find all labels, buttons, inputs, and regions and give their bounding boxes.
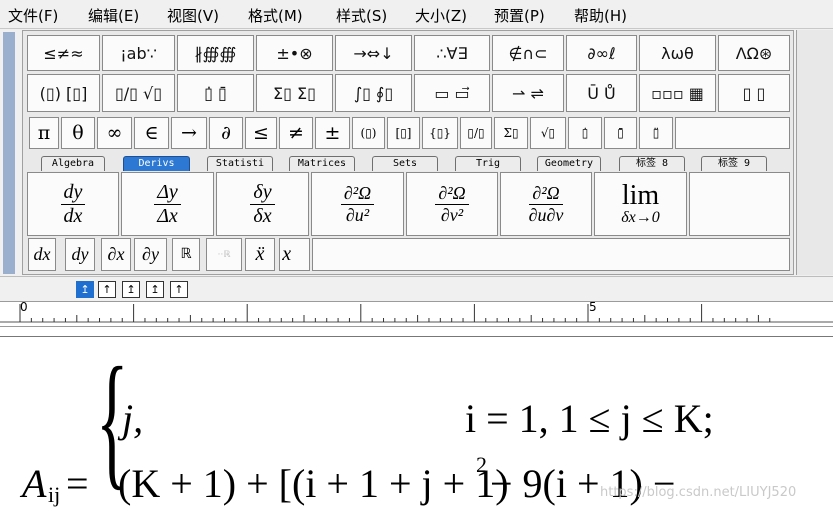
template-empty-slot[interactable] bbox=[689, 172, 790, 236]
template-triple-dot-small[interactable]: x⃛ bbox=[279, 238, 310, 271]
ruler[interactable] bbox=[0, 301, 833, 327]
boxes-palette-button[interactable]: ▯ ▯ bbox=[718, 74, 790, 112]
equation-case2-superscript: 2 bbox=[476, 452, 487, 477]
template-dy-dx[interactable]: dy dx bbox=[27, 172, 119, 236]
template-partial-x-small[interactable]: ∂x bbox=[101, 238, 131, 271]
symbol-theta-button[interactable]: θ bbox=[61, 117, 95, 149]
arrows-palette-button[interactable]: →⇔↓ bbox=[335, 35, 412, 71]
summation-palette-button[interactable]: Σ▯ Σ▯ bbox=[256, 74, 333, 112]
fences-palette-button[interactable]: (▯) [▯] bbox=[27, 74, 100, 112]
tab-label-9[interactable]: 标签 9 bbox=[701, 156, 767, 171]
toolbar-grip[interactable] bbox=[3, 32, 15, 274]
equation-case2-expression: (K + 1) + [(i + 1 + j + 1) bbox=[118, 461, 509, 506]
template-superscript-button[interactable]: ▯̇ bbox=[568, 117, 602, 149]
align-center-button[interactable]: ↥ bbox=[146, 281, 164, 298]
template-braces-button[interactable]: {▯} bbox=[422, 117, 458, 149]
template-row-empty-slot[interactable] bbox=[312, 238, 790, 271]
labeled-arrows-palette-button[interactable]: ⇀ ⇌ bbox=[492, 74, 564, 112]
toolbar-side-panel bbox=[796, 30, 833, 275]
ruler-ticks bbox=[0, 304, 833, 323]
template-disabled-small[interactable]: ··ℝ bbox=[206, 238, 242, 271]
menu-preferences[interactable]: 预置(P) bbox=[494, 5, 545, 26]
tab-geometry[interactable]: Geometry bbox=[537, 156, 601, 171]
watermark-text: https://blog.csdn.net/LIUYJ520 bbox=[600, 485, 797, 500]
menu-view[interactable]: 视图(V) bbox=[167, 5, 219, 26]
template-subscript-button[interactable]: ▯̄ bbox=[604, 117, 637, 149]
embellishments-palette-button[interactable]: ∦∰∰ bbox=[177, 35, 254, 71]
template-limit[interactable]: lim δx→0 bbox=[594, 172, 687, 236]
template-second-partial-u[interactable]: ∂²Ω ∂u² bbox=[311, 172, 404, 236]
integral-palette-button[interactable]: ∫▯ ∮▯ bbox=[335, 74, 412, 112]
template-dx-small[interactable]: dx bbox=[28, 238, 56, 271]
logic-palette-button[interactable]: ∴∀∃ bbox=[414, 35, 490, 71]
symbol-right-arrow-button[interactable]: → bbox=[171, 117, 207, 149]
template-fraction-button[interactable]: ▯/▯ bbox=[460, 117, 492, 149]
template-small-delta-y-x[interactable]: δy δx bbox=[216, 172, 309, 236]
ruler-label-0: 0 bbox=[20, 300, 28, 314]
align-top-button[interactable]: ↥ bbox=[76, 281, 94, 298]
align-bottom-button[interactable]: ↑ bbox=[170, 281, 188, 298]
menu-edit[interactable]: 编辑(E) bbox=[88, 5, 139, 26]
menu-file[interactable]: 文件(F) bbox=[8, 5, 58, 26]
operators-palette-button[interactable]: ±•⊗ bbox=[256, 35, 333, 71]
template-parentheses-button[interactable]: (▯) bbox=[352, 117, 385, 149]
set-theory-palette-button[interactable]: ∉∩⊂ bbox=[492, 35, 564, 71]
symbol-less-equal-button[interactable]: ≤ bbox=[245, 117, 277, 149]
tab-statistics[interactable]: Statisti bbox=[207, 156, 273, 171]
spaces-ellipses-palette-button[interactable]: ¡ab∵ bbox=[102, 35, 175, 71]
template-second-partial-v[interactable]: ∂²Ω ∂v² bbox=[406, 172, 498, 236]
greek-lower-palette-button[interactable]: λωθ bbox=[639, 35, 716, 71]
matrix-palette-button[interactable]: ▫▫▫ ▦ bbox=[639, 74, 716, 112]
tab-sets[interactable]: Sets bbox=[372, 156, 438, 171]
menu-help[interactable]: 帮助(H) bbox=[574, 5, 627, 26]
template-double-dot-small[interactable]: ẍ bbox=[245, 238, 275, 271]
tab-derivs[interactable]: Derivs bbox=[123, 156, 190, 171]
symbol-partial-button[interactable]: ∂ bbox=[209, 117, 243, 149]
template-brackets-button[interactable]: [▯] bbox=[387, 117, 420, 149]
template-sum-button[interactable]: Σ▯ bbox=[494, 117, 528, 149]
template-dy-small[interactable]: dy bbox=[65, 238, 95, 271]
symbol-pi-button[interactable]: π bbox=[29, 117, 59, 149]
ruler-label-5: 5 bbox=[589, 300, 597, 314]
symbol-element-of-button[interactable]: ∈ bbox=[134, 117, 169, 149]
menu-format[interactable]: 格式(M) bbox=[248, 5, 303, 26]
tab-label-8[interactable]: 标签 8 bbox=[619, 156, 685, 171]
equation-lhs-subscript: ij bbox=[48, 482, 61, 507]
underbar-overbar-palette-button[interactable]: ▭ ▭⃗ bbox=[414, 74, 490, 112]
template-sqrt-button[interactable]: √▯ bbox=[530, 117, 566, 149]
tab-matrices[interactable]: Matrices bbox=[289, 156, 355, 171]
align-up-button[interactable]: ↑ bbox=[98, 281, 116, 298]
tab-trig[interactable]: Trig bbox=[455, 156, 521, 171]
symbol-not-equal-button[interactable]: ≠ bbox=[279, 117, 313, 149]
misc-symbols-palette-button[interactable]: ∂∞ℓ bbox=[566, 35, 637, 71]
template-real-set-small[interactable]: ℝ bbox=[172, 238, 200, 271]
relations-palette-button[interactable]: ≤≠≈ bbox=[27, 35, 100, 71]
fraction-radical-palette-button[interactable]: ▯/▯ √▯ bbox=[102, 74, 175, 112]
template-sub-sup-button[interactable]: ▯̈ bbox=[639, 117, 673, 149]
symbol-plus-minus-button[interactable]: ± bbox=[315, 117, 350, 149]
equation-lhs: A bbox=[22, 461, 47, 506]
products-set-palette-button[interactable]: Ū Ů bbox=[566, 74, 637, 112]
menu-style[interactable]: 样式(S) bbox=[336, 5, 387, 26]
equation-case1-condition: i = 1, 1 ≤ j ≤ K; bbox=[465, 396, 714, 441]
template-partial-y-small[interactable]: ∂y bbox=[134, 238, 167, 271]
align-baseline-button[interactable]: ↥ bbox=[122, 281, 140, 298]
subscript-superscript-palette-button[interactable]: ▯̇ ▯̄ bbox=[177, 74, 254, 112]
tab-algebra[interactable]: Algebra bbox=[41, 156, 105, 171]
greek-upper-palette-button[interactable]: ΛΩ⊛ bbox=[718, 35, 790, 71]
equation-equals: = bbox=[66, 461, 89, 506]
equation-case1-expression: j, bbox=[122, 396, 144, 441]
template-delta-y-delta-x[interactable]: Δy Δx bbox=[121, 172, 214, 236]
symbol-empty-slot[interactable] bbox=[675, 117, 790, 149]
symbol-infinity-button[interactable]: ∞ bbox=[97, 117, 132, 149]
menu-size[interactable]: 大小(Z) bbox=[415, 5, 467, 26]
menu-bar: 文件(F) 编辑(E) 视图(V) 格式(M) 样式(S) 大小(Z) 预置(P… bbox=[0, 0, 833, 28]
template-mixed-partial-uv[interactable]: ∂²Ω ∂u∂v bbox=[500, 172, 592, 236]
